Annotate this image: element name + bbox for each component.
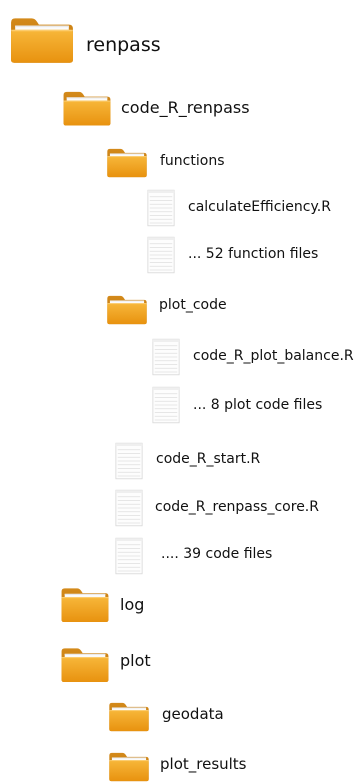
tree-item-label: code_R_plot_balance.R (193, 348, 354, 364)
tree-item-label: log (120, 595, 145, 614)
tree-item-label: geodata (162, 705, 224, 723)
folder-icon (108, 750, 150, 782)
tree-item-label: code_R_renpass_core.R (155, 499, 319, 515)
folder-icon (60, 584, 110, 624)
tree-item-label: plot_results (160, 755, 247, 773)
tree-item-label: calculateEfficiency.R (188, 199, 331, 215)
tree-item-label: plot_code (159, 297, 227, 313)
folder-icon (9, 14, 75, 64)
folder-icon (106, 293, 148, 325)
tree-item-label: code_R_start.R (156, 451, 261, 467)
tree-item-label: functions (160, 153, 225, 169)
folder-icon (106, 146, 148, 178)
file-icon (114, 442, 144, 480)
tree-item-label: plot (120, 651, 151, 670)
file-icon (151, 386, 181, 424)
folder-icon (62, 88, 112, 127)
tree-item-label: ... 8 plot code files (193, 397, 323, 413)
tree-item-label: .... 39 code files (161, 546, 273, 562)
tree-item-label: code_R_renpass (121, 98, 250, 117)
file-icon (146, 236, 176, 274)
folder-icon (108, 700, 150, 732)
file-icon (114, 537, 144, 575)
file-icon (151, 338, 181, 376)
file-icon (114, 489, 144, 527)
tree-item-label: ... 52 function files (188, 246, 319, 262)
folder-icon (60, 643, 110, 685)
tree-item-label: renpass (86, 34, 161, 56)
file-icon (146, 189, 176, 227)
